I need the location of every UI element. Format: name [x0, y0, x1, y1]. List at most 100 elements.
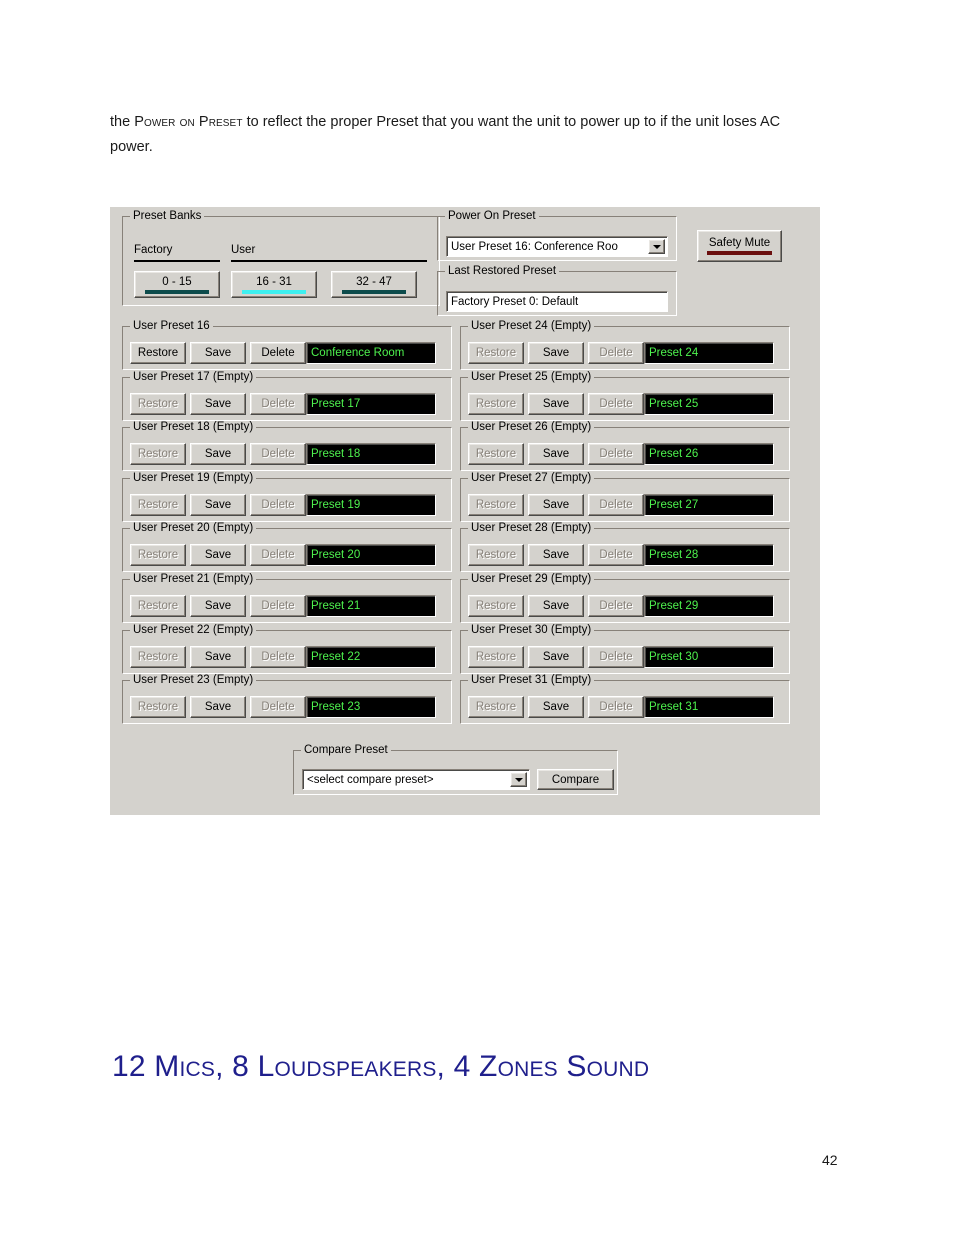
delete-button-label: Delete — [261, 448, 295, 460]
preset-name-display[interactable]: Preset 18 — [306, 443, 436, 465]
bank-indicator-32-47 — [342, 289, 406, 294]
restore-button-label: Restore — [137, 549, 179, 561]
save-button[interactable]: Save — [190, 494, 246, 516]
safety-mute-button[interactable]: Safety Mute — [697, 230, 782, 262]
preset-name-display[interactable]: Preset 28 — [644, 544, 774, 566]
save-button[interactable]: Save — [190, 393, 246, 415]
restore-button-label: Restore — [475, 651, 517, 663]
preset-name-display[interactable]: Preset 21 — [306, 595, 436, 617]
delete-button: Delete — [250, 595, 306, 617]
delete-button-label: Delete — [599, 651, 633, 663]
restore-button-label: Restore — [475, 347, 517, 359]
preset-name-display[interactable]: Preset 24 — [644, 342, 774, 364]
restore-button-label: Restore — [475, 600, 517, 612]
bank-button-32-47[interactable]: 32 - 47 — [331, 271, 417, 298]
preset-name-value: Preset 24 — [649, 347, 699, 359]
bank-button-16-31[interactable]: 16 - 31 — [231, 271, 317, 298]
last-restored-preset-value: Factory Preset 0: Default — [451, 295, 579, 308]
delete-button[interactable]: Delete — [250, 342, 306, 364]
save-button-label: Save — [542, 398, 570, 410]
save-button-label: Save — [542, 600, 570, 612]
compare-button-label: Compare — [551, 773, 600, 786]
save-button[interactable]: Save — [528, 393, 584, 415]
save-button[interactable]: Save — [190, 646, 246, 668]
preset-group-title: User Preset 23 (Empty) — [130, 674, 257, 686]
preset-group-title: User Preset 27 (Empty) — [468, 472, 595, 484]
preset-name-display[interactable]: Preset 20 — [306, 544, 436, 566]
save-button[interactable]: Save — [190, 544, 246, 566]
restore-button: Restore — [468, 443, 524, 465]
preset-name-display[interactable]: Preset 27 — [644, 494, 774, 516]
user-bank-rule — [231, 260, 427, 262]
preset-name-display[interactable]: Preset 22 — [306, 646, 436, 668]
preset-name-display[interactable]: Preset 31 — [644, 696, 774, 718]
compare-button[interactable]: Compare — [537, 769, 614, 790]
restore-button: Restore — [130, 595, 186, 617]
delete-button-label: Delete — [261, 549, 295, 561]
restore-button-label: Restore — [137, 499, 179, 511]
preset-group-title: User Preset 18 (Empty) — [130, 421, 257, 433]
bank-indicator-0-15 — [145, 289, 209, 294]
preset-group-title: User Preset 22 (Empty) — [130, 624, 257, 636]
preset-name-display[interactable]: Preset 25 — [644, 393, 774, 415]
preset-group-title: User Preset 28 (Empty) — [468, 522, 595, 534]
preset-group-title: User Preset 24 (Empty) — [468, 320, 595, 332]
save-button-label: Save — [542, 549, 570, 561]
factory-bank-rule — [134, 260, 220, 262]
body-text-prefix: the — [110, 114, 135, 130]
body-text-smallcaps-term: Power on Preset — [134, 114, 243, 130]
preset-group-title: User Preset 29 (Empty) — [468, 573, 595, 585]
save-button[interactable]: Save — [528, 544, 584, 566]
last-restored-preset-title: Last Restored Preset — [445, 265, 560, 277]
save-button[interactable]: Save — [190, 342, 246, 364]
save-button-label: Save — [204, 448, 232, 460]
restore-button: Restore — [130, 646, 186, 668]
save-button[interactable]: Save — [528, 595, 584, 617]
bank-button-0-15-label: 0 - 15 — [162, 275, 192, 288]
restore-button: Restore — [468, 595, 524, 617]
bank-button-0-15[interactable]: 0 - 15 — [134, 271, 220, 298]
restore-button: Restore — [130, 696, 186, 718]
preset-name-display[interactable]: Preset 26 — [644, 443, 774, 465]
chevron-down-icon-compare[interactable] — [510, 772, 527, 787]
delete-button: Delete — [588, 342, 644, 364]
compare-preset-combo[interactable]: <select compare preset> — [302, 769, 530, 790]
save-button-label: Save — [542, 448, 570, 460]
delete-button-label: Delete — [261, 651, 295, 663]
save-button[interactable]: Save — [528, 696, 584, 718]
compare-preset-value: <select compare preset> — [307, 773, 434, 786]
preset-name-display[interactable]: Preset 23 — [306, 696, 436, 718]
preset-name-display[interactable]: Preset 17 — [306, 393, 436, 415]
save-button[interactable]: Save — [190, 595, 246, 617]
preset-name-display[interactable]: Preset 30 — [644, 646, 774, 668]
save-button[interactable]: Save — [190, 696, 246, 718]
chevron-down-icon[interactable] — [648, 239, 665, 254]
delete-button-label: Delete — [599, 549, 633, 561]
save-button-label: Save — [204, 600, 232, 612]
page-number: 42 — [822, 1152, 838, 1168]
save-button[interactable]: Save — [528, 342, 584, 364]
preset-name-display[interactable]: Preset 19 — [306, 494, 436, 516]
preset-group-title: User Preset 16 — [130, 320, 213, 332]
preset-group-title: User Preset 30 (Empty) — [468, 624, 595, 636]
delete-button: Delete — [250, 696, 306, 718]
preset-name-display[interactable]: Conference Room — [306, 342, 436, 364]
restore-button[interactable]: Restore — [130, 342, 186, 364]
preset-name-value: Preset 21 — [311, 600, 361, 612]
save-button[interactable]: Save — [528, 646, 584, 668]
preset-group-title: User Preset 21 (Empty) — [130, 573, 257, 585]
save-button[interactable]: Save — [528, 494, 584, 516]
restore-button-label: Restore — [475, 549, 517, 561]
preset-name-value: Conference Room — [311, 347, 405, 359]
delete-button-label: Delete — [599, 448, 633, 460]
preset-group-title: User Preset 25 (Empty) — [468, 371, 595, 383]
preset-name-display[interactable]: Preset 29 — [644, 595, 774, 617]
preset-name-value: Preset 30 — [649, 651, 699, 663]
delete-button-label: Delete — [599, 600, 633, 612]
factory-bank-label: Factory — [134, 244, 173, 256]
power-on-preset-title: Power On Preset — [445, 210, 539, 222]
save-button[interactable]: Save — [528, 443, 584, 465]
save-button[interactable]: Save — [190, 443, 246, 465]
delete-button-label: Delete — [599, 347, 633, 359]
power-on-preset-combo[interactable]: User Preset 16: Conference Roo — [446, 236, 668, 257]
